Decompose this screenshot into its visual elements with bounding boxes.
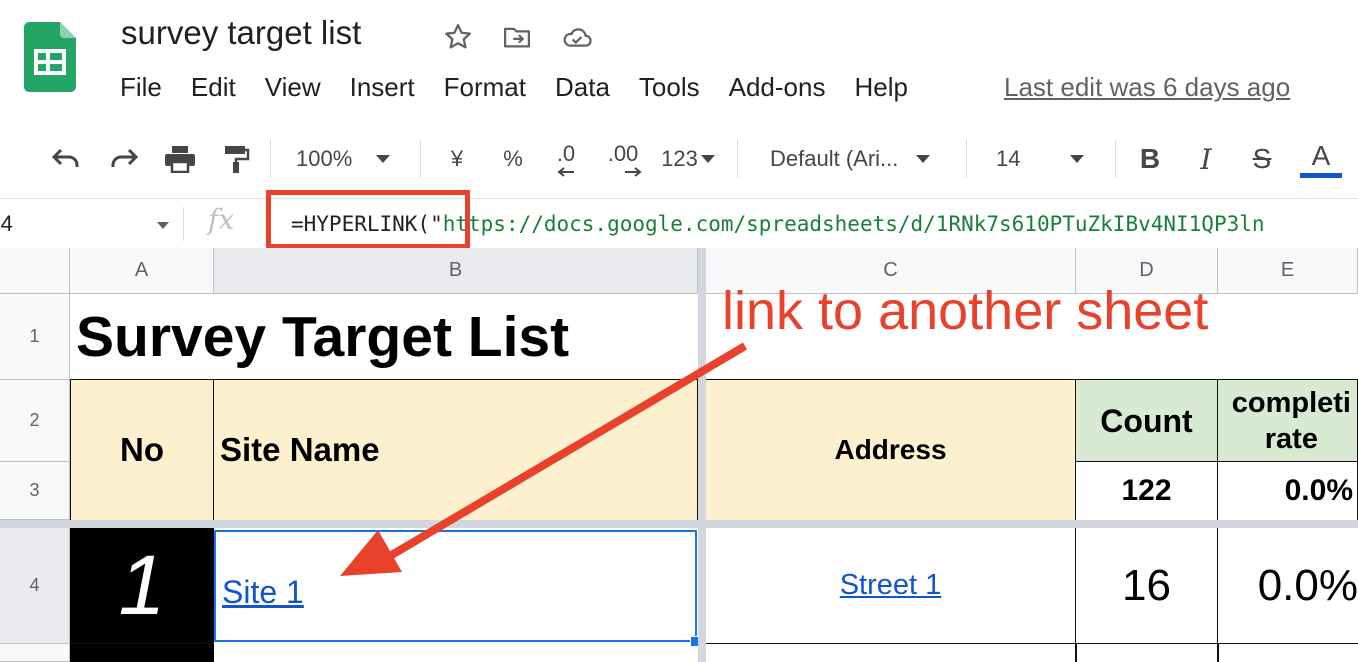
text-color-button[interactable]: A: [1300, 138, 1342, 180]
print-icon[interactable]: [160, 138, 200, 180]
formula-bar: B4 fx =HYPERLINK("https://docs.google.co…: [0, 198, 1358, 250]
cloud-saved-icon[interactable]: [560, 20, 594, 54]
sheets-logo-icon[interactable]: [24, 22, 76, 92]
bold-button[interactable]: B: [1134, 138, 1166, 180]
menu-view[interactable]: View: [265, 72, 321, 103]
rate-total[interactable]: 0.0%: [1218, 462, 1358, 521]
select-all-corner[interactable]: [0, 248, 70, 294]
frozen-row-divider[interactable]: [0, 520, 1358, 528]
more-formats-label: 123: [661, 146, 698, 171]
header-site-name[interactable]: Site Name: [214, 379, 698, 521]
header-address[interactable]: Address: [706, 379, 1076, 521]
menu-edit[interactable]: Edit: [191, 72, 236, 103]
strikethrough-button[interactable]: S: [1246, 138, 1278, 180]
toolbar-divider: [1115, 140, 1116, 178]
arrow-left-icon: [557, 167, 574, 177]
zoom-value: 100%: [296, 146, 353, 171]
text-color-swatch: [1300, 173, 1342, 178]
row4-site-name[interactable]: Site 1: [214, 530, 697, 642]
row-header-4[interactable]: 4: [0, 528, 70, 644]
font-family-value: Default (Ari...: [770, 146, 899, 171]
cell-reference: B4: [0, 211, 13, 236]
formula-divider: [183, 207, 184, 241]
italic-button[interactable]: I: [1190, 138, 1222, 180]
arrow-right-icon: [625, 167, 642, 177]
fx-icon: fx: [208, 203, 235, 236]
text-color-label: A: [1311, 140, 1331, 171]
menu-file[interactable]: File: [120, 72, 162, 103]
header-completion-rate[interactable]: completi rate: [1218, 379, 1358, 462]
move-to-folder-icon[interactable]: [500, 20, 534, 54]
chevron-down-icon: [916, 155, 931, 163]
menu-format[interactable]: Format: [444, 72, 526, 103]
grid-line: [1075, 644, 1077, 662]
chevron-down-icon: [1070, 155, 1085, 163]
header-count[interactable]: Count: [1076, 379, 1218, 462]
undo-icon[interactable]: [46, 138, 86, 180]
menu-data[interactable]: Data: [555, 72, 610, 103]
menu-add-ons[interactable]: Add-ons: [729, 72, 826, 103]
font-size-value: 14: [996, 146, 1021, 171]
toolbar-divider: [966, 140, 967, 178]
count-total[interactable]: 122: [1076, 462, 1218, 521]
menu-insert[interactable]: Insert: [350, 72, 415, 103]
row4-address[interactable]: Street 1: [706, 528, 1076, 644]
row4-rate[interactable]: 0.0%: [1218, 528, 1358, 644]
document-title[interactable]: survey target list: [121, 14, 361, 52]
header-no[interactable]: No: [70, 379, 214, 521]
toolbar-divider: [737, 140, 738, 178]
font-size-select[interactable]: 14: [996, 138, 1100, 180]
row-header-1[interactable]: 1: [0, 294, 70, 380]
column-header-e[interactable]: E: [1218, 248, 1358, 294]
row4-count[interactable]: 16: [1076, 528, 1218, 644]
chevron-down-icon: [376, 155, 391, 163]
format-percent-button[interactable]: %: [496, 138, 530, 180]
increase-decimal-label: .00: [607, 141, 639, 166]
row-header-3[interactable]: 3: [0, 462, 70, 520]
more-formats-button[interactable]: 123: [656, 138, 720, 180]
decrease-decimal-label: .0: [556, 141, 576, 166]
sheet-title-cell[interactable]: Survey Target List: [70, 294, 698, 380]
decrease-decimal-button[interactable]: .0: [546, 138, 586, 180]
row-header-5[interactable]: [0, 644, 70, 662]
star-icon[interactable]: [441, 20, 475, 54]
increase-decimal-button[interactable]: .00: [600, 138, 646, 180]
menu-bar: File Edit View Insert Format Data Tools …: [120, 72, 937, 103]
toolbar: 100% ¥ % .0 .00 123 Default (Ari... 14 B…: [0, 120, 1358, 198]
toolbar-divider: [420, 140, 421, 178]
menu-tools[interactable]: Tools: [639, 72, 700, 103]
font-family-select[interactable]: Default (Ari...: [770, 138, 950, 180]
zoom-select[interactable]: 100%: [296, 138, 408, 180]
name-box[interactable]: B4: [0, 211, 13, 237]
column-header-b[interactable]: B: [214, 248, 698, 294]
toolbar-divider: [270, 140, 271, 178]
chevron-down-icon[interactable]: [157, 222, 169, 229]
row5-no[interactable]: [70, 644, 214, 662]
formula-url: https://docs.google.com/spreadsheets/d/1…: [442, 212, 1265, 236]
grid-line: [1217, 644, 1219, 662]
paint-format-icon[interactable]: [218, 138, 254, 180]
frozen-column-divider[interactable]: [698, 248, 706, 662]
redo-icon[interactable]: [104, 138, 144, 180]
column-header-a[interactable]: A: [70, 248, 214, 294]
formula-highlight-box: [266, 190, 470, 249]
annotation-label: link to another sheet: [722, 281, 1209, 341]
address-link[interactable]: Street 1: [840, 569, 942, 602]
site-link[interactable]: Site 1: [222, 574, 304, 611]
row4-no[interactable]: 1: [70, 528, 214, 644]
format-currency-button[interactable]: ¥: [440, 138, 474, 180]
chevron-down-icon: [700, 155, 715, 163]
row-header-2[interactable]: 2: [0, 380, 70, 462]
last-edit-link[interactable]: Last edit was 6 days ago: [1004, 72, 1290, 103]
menu-help[interactable]: Help: [854, 72, 907, 103]
